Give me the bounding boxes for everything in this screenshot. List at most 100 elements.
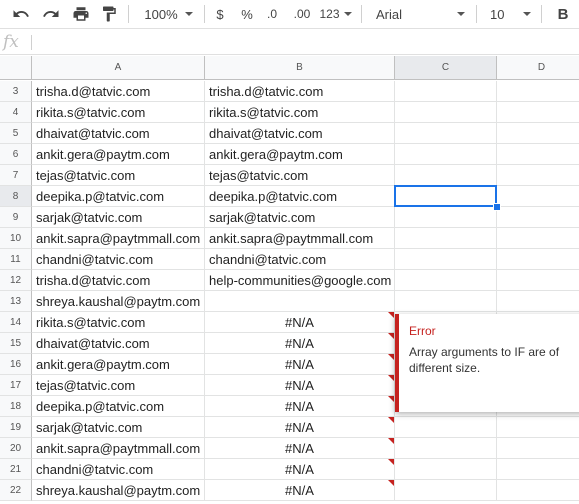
cell-a6[interactable]: ankit.gera@paytm.com bbox=[32, 144, 205, 165]
cell-d8[interactable] bbox=[497, 186, 579, 207]
cell-a10[interactable]: ankit.sapra@paytmmall.com bbox=[32, 228, 205, 249]
cell-d19[interactable] bbox=[497, 417, 579, 438]
row-header[interactable]: 16 bbox=[0, 354, 32, 375]
row-header[interactable]: 6 bbox=[0, 144, 32, 165]
cell-b13[interactable] bbox=[205, 291, 395, 312]
cell-c6[interactable] bbox=[395, 144, 497, 165]
cell-c5[interactable] bbox=[395, 123, 497, 144]
cell-b9[interactable]: sarjak@tatvic.com bbox=[205, 207, 395, 228]
cell-b18[interactable]: #N/A bbox=[205, 396, 395, 417]
row-header[interactable]: 9 bbox=[0, 207, 32, 228]
cell-d3[interactable] bbox=[497, 81, 579, 102]
cell-c3[interactable] bbox=[395, 81, 497, 102]
cell-a11[interactable]: chandni@tatvic.com bbox=[32, 249, 205, 270]
cell-a15[interactable]: dhaivat@tatvic.com bbox=[32, 333, 205, 354]
column-header-c[interactable]: C bbox=[395, 56, 497, 80]
cell-b17[interactable]: #N/A bbox=[205, 375, 395, 396]
cell-d20[interactable] bbox=[497, 438, 579, 459]
font-size-select[interactable]: 10 bbox=[482, 0, 534, 28]
cell-a3[interactable]: trisha.d@tatvic.com bbox=[32, 81, 205, 102]
cell-c20[interactable] bbox=[395, 438, 497, 459]
row-header[interactable]: 19 bbox=[0, 417, 32, 438]
cell-a9[interactable]: sarjak@tatvic.com bbox=[32, 207, 205, 228]
cell-b21[interactable]: #N/A bbox=[205, 459, 395, 480]
paint-format-icon[interactable] bbox=[98, 0, 120, 28]
column-header-d[interactable]: D bbox=[497, 56, 579, 80]
cell-c22[interactable] bbox=[395, 480, 497, 501]
cell-a20[interactable]: ankit.sapra@paytmmall.com bbox=[32, 438, 205, 459]
cell-a19[interactable]: sarjak@tatvic.com bbox=[32, 417, 205, 438]
cell-c7[interactable] bbox=[395, 165, 497, 186]
cell-d10[interactable] bbox=[497, 228, 579, 249]
more-formats-button[interactable]: 123 bbox=[318, 0, 354, 28]
row-header[interactable]: 13 bbox=[0, 291, 32, 312]
cell-c4[interactable] bbox=[395, 102, 497, 123]
cell-d21[interactable] bbox=[497, 459, 579, 480]
currency-button[interactable]: $ bbox=[210, 0, 230, 28]
cell-b3[interactable]: trisha.d@tatvic.com bbox=[205, 81, 395, 102]
cell-d6[interactable] bbox=[497, 144, 579, 165]
bold-button[interactable]: B bbox=[553, 0, 573, 28]
cell-a18[interactable]: deepika.p@tatvic.com bbox=[32, 396, 205, 417]
cell-b22[interactable]: #N/A bbox=[205, 480, 395, 501]
cell-b11[interactable]: chandni@tatvic.com bbox=[205, 249, 395, 270]
fill-handle[interactable] bbox=[493, 203, 501, 211]
row-header[interactable]: 4 bbox=[0, 102, 32, 123]
cell-d22[interactable] bbox=[497, 480, 579, 501]
cell-b8[interactable]: deepika.p@tatvic.com bbox=[205, 186, 395, 207]
cell-a8[interactable]: deepika.p@tatvic.com bbox=[32, 186, 205, 207]
cell-c9[interactable] bbox=[395, 207, 497, 228]
cell-d4[interactable] bbox=[497, 102, 579, 123]
cell-b16[interactable]: #N/A bbox=[205, 354, 395, 375]
undo-icon[interactable] bbox=[10, 0, 32, 28]
cell-a21[interactable]: chandni@tatvic.com bbox=[32, 459, 205, 480]
row-header[interactable]: 5 bbox=[0, 123, 32, 144]
row-header[interactable]: 18 bbox=[0, 396, 32, 417]
cell-d5[interactable] bbox=[497, 123, 579, 144]
cell-a17[interactable]: tejas@tatvic.com bbox=[32, 375, 205, 396]
column-header-a[interactable]: A bbox=[32, 56, 205, 80]
cell-a7[interactable]: tejas@tatvic.com bbox=[32, 165, 205, 186]
formula-input[interactable] bbox=[38, 32, 573, 51]
cell-b19[interactable]: #N/A bbox=[205, 417, 395, 438]
cell-a13[interactable]: shreya.kaushal@paytm.com bbox=[32, 291, 205, 312]
cell-a22[interactable]: shreya.kaushal@paytm.com bbox=[32, 480, 205, 501]
row-header[interactable]: 8 bbox=[0, 186, 32, 207]
row-header[interactable]: 12 bbox=[0, 270, 32, 291]
decrease-decimal-button[interactable]: .0 bbox=[263, 0, 281, 28]
cell-c19[interactable] bbox=[395, 417, 497, 438]
row-header[interactable]: 3 bbox=[0, 81, 32, 102]
cell-a4[interactable]: rikita.s@tatvic.com bbox=[32, 102, 205, 123]
cell-c13[interactable] bbox=[395, 291, 497, 312]
cell-d13[interactable] bbox=[497, 291, 579, 312]
row-header[interactable]: 7 bbox=[0, 165, 32, 186]
column-header-b[interactable]: B bbox=[205, 56, 395, 80]
cell-b15[interactable]: #N/A bbox=[205, 333, 395, 354]
cell-a5[interactable]: dhaivat@tatvic.com bbox=[32, 123, 205, 144]
row-header[interactable]: 14 bbox=[0, 312, 32, 333]
cell-c10[interactable] bbox=[395, 228, 497, 249]
cell-c12[interactable] bbox=[395, 270, 497, 291]
row-header[interactable]: 20 bbox=[0, 438, 32, 459]
select-all-corner[interactable] bbox=[0, 56, 32, 80]
row-header[interactable]: 17 bbox=[0, 375, 32, 396]
print-icon[interactable] bbox=[70, 0, 92, 28]
row-header[interactable]: 10 bbox=[0, 228, 32, 249]
cell-a16[interactable]: ankit.gera@paytm.com bbox=[32, 354, 205, 375]
font-family-select[interactable]: Arial bbox=[370, 0, 470, 28]
redo-icon[interactable] bbox=[40, 0, 62, 28]
cell-b4[interactable]: rikita.s@tatvic.com bbox=[205, 102, 395, 123]
row-header[interactable]: 22 bbox=[0, 480, 32, 501]
cell-b20[interactable]: #N/A bbox=[205, 438, 395, 459]
row-header[interactable]: 15 bbox=[0, 333, 32, 354]
percent-button[interactable]: % bbox=[237, 0, 257, 28]
cell-b12[interactable]: help-communities@google.com bbox=[205, 270, 395, 291]
cell-b6[interactable]: ankit.gera@paytm.com bbox=[205, 144, 395, 165]
cell-b5[interactable]: dhaivat@tatvic.com bbox=[205, 123, 395, 144]
cell-d11[interactable] bbox=[497, 249, 579, 270]
cell-a12[interactable]: trisha.d@tatvic.com bbox=[32, 270, 205, 291]
cell-d12[interactable] bbox=[497, 270, 579, 291]
row-header[interactable]: 21 bbox=[0, 459, 32, 480]
cell-b10[interactable]: ankit.sapra@paytmmall.com bbox=[205, 228, 395, 249]
row-header[interactable]: 11 bbox=[0, 249, 32, 270]
